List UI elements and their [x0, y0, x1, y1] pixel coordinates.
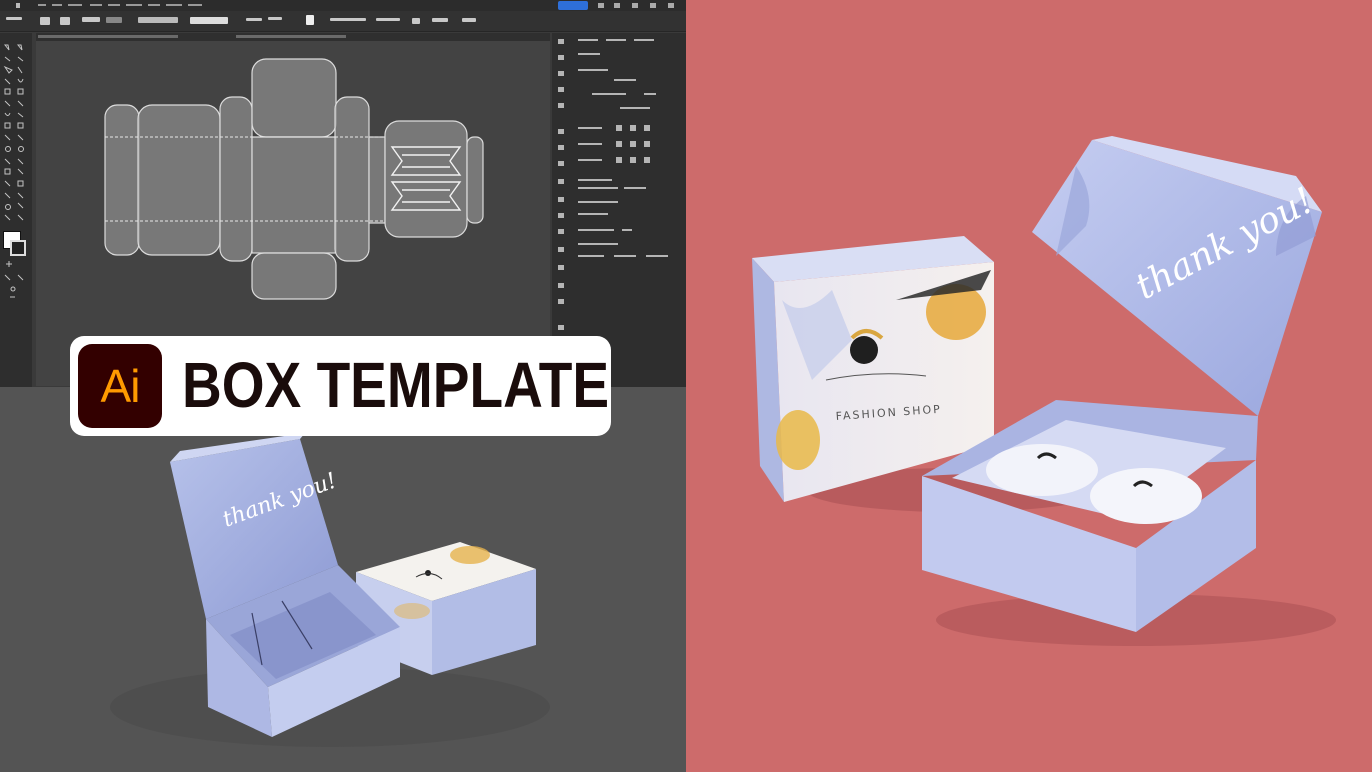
title-card: Ai BOX TEMPLATE	[70, 336, 611, 436]
document-tab[interactable]	[36, 33, 550, 41]
panel-contents	[558, 39, 668, 330]
fill-dropdown[interactable]	[40, 17, 50, 25]
logo-text: Ai	[100, 360, 141, 412]
document-setup[interactable]	[330, 18, 366, 21]
stroke-value[interactable]	[106, 17, 122, 23]
variable-width[interactable]	[138, 17, 178, 23]
stroke-weight[interactable]	[82, 17, 100, 22]
illustrator-window	[0, 0, 686, 387]
style-swatch[interactable]	[306, 15, 314, 25]
selection-indicator	[6, 17, 22, 20]
tool-icons	[3, 44, 24, 298]
right-box-mockup: FASHION SHOP thank you!	[752, 136, 1336, 646]
style-label	[246, 18, 262, 21]
align-icon[interactable]	[412, 18, 420, 24]
box-dieline[interactable]	[36, 41, 550, 386]
properties-panel[interactable]	[552, 33, 686, 387]
right-panel: FASHION SHOP thank you!	[686, 0, 1372, 772]
tab-details	[38, 35, 346, 38]
menu-bar[interactable]	[0, 0, 686, 11]
stroke-swatch[interactable]	[10, 240, 26, 256]
preferences[interactable]	[376, 18, 400, 21]
artboard-canvas[interactable]	[36, 41, 550, 386]
arrange-icon[interactable]	[462, 18, 476, 22]
left-panel: thank you! Ai BOX TEMPLATE	[0, 0, 686, 772]
left-box-mockup: thank you!	[110, 433, 550, 747]
page-title: BOX TEMPLATE	[182, 349, 610, 421]
transform-icon[interactable]	[432, 18, 448, 22]
stroke-dropdown[interactable]	[60, 17, 70, 25]
brush-definition[interactable]	[190, 17, 228, 24]
tools-panel[interactable]	[0, 33, 32, 387]
menu-items	[16, 1, 674, 10]
control-bar[interactable]	[0, 11, 686, 32]
opacity-label	[268, 17, 282, 20]
illustrator-logo-icon: Ai	[78, 344, 162, 428]
